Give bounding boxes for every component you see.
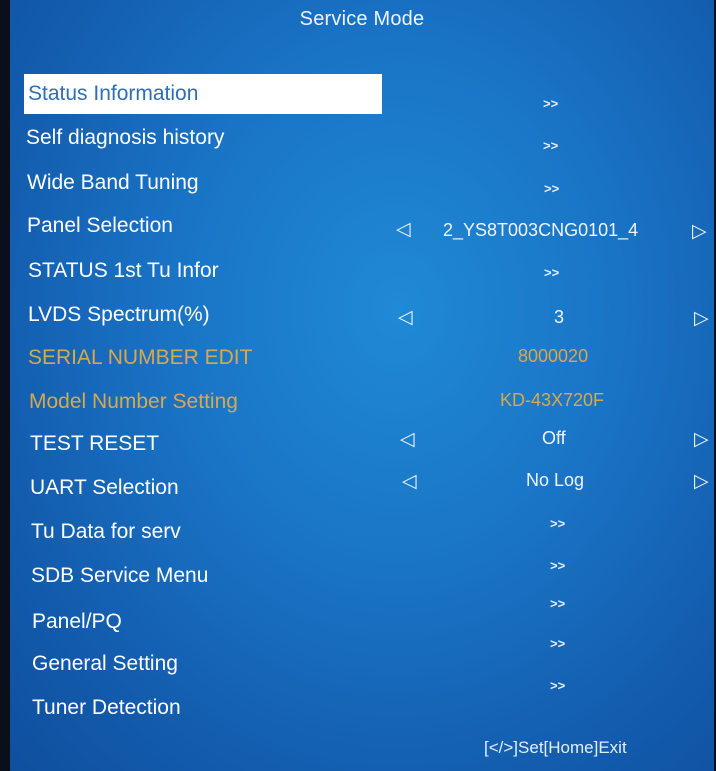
menu-item-value: 2_YS8T003CNG0101_4	[443, 220, 639, 240]
page-title: Service Mode	[299, 8, 425, 30]
menu-item-label: TEST RESET	[30, 432, 160, 455]
menu-item-label: Panel Selection	[27, 214, 173, 237]
menu-item-tu-data-for-serv[interactable]: Tu Data for serv >>	[10, 514, 714, 554]
right-arrow-icon[interactable]: ▷	[694, 307, 709, 330]
menu-item-label: STATUS 1st Tu Infor	[28, 259, 219, 282]
left-arrow-icon[interactable]: ◁	[400, 428, 415, 451]
menu-item-sdb-service-menu[interactable]: SDB Service Menu >>	[10, 558, 714, 598]
submenu-arrow-icon: >>	[544, 181, 560, 196]
right-arrow-icon[interactable]: ▷	[692, 220, 707, 243]
right-arrow-icon[interactable]: ▷	[694, 470, 709, 493]
menu-item-test-reset[interactable]: TEST RESET ◁ Off ▷	[10, 426, 714, 466]
menu-item-value: No Log	[526, 470, 585, 490]
right-arrow-icon[interactable]: ▷	[694, 428, 709, 451]
menu-item-lvds-spectrum[interactable]: LVDS Spectrum(%) ◁ 3 ▷	[10, 297, 714, 337]
menu-item-label: SERIAL NUMBER EDIT	[28, 346, 253, 369]
key-hint-footer: [</>]Set[Home]Exit	[484, 738, 627, 757]
menu-item-self-diagnosis-history[interactable]: Self diagnosis history >>	[10, 120, 714, 160]
menu-item-general-setting[interactable]: General Setting >>	[10, 636, 714, 686]
menu-item-value: 3	[554, 307, 565, 327]
menu-item-status-information[interactable]: Status Information >>	[10, 74, 714, 114]
menu-item-status-1st-tu-infor[interactable]: STATUS 1st Tu Infor >>	[10, 253, 714, 293]
menu-item-label: Self diagnosis history	[26, 126, 225, 149]
submenu-arrow-icon: >>	[550, 678, 566, 693]
submenu-arrow-icon: >>	[550, 558, 566, 573]
submenu-arrow-icon: >>	[550, 636, 566, 651]
menu-item-value: KD-43X720F	[500, 390, 605, 410]
menu-item-serial-number-edit[interactable]: SERIAL NUMBER EDIT 8000020	[10, 340, 714, 380]
menu-item-tuner-detection[interactable]: Tuner Detection >>	[10, 678, 714, 730]
menu-item-label: Tuner Detection	[32, 696, 181, 719]
menu-item-label: General Setting	[32, 652, 178, 675]
left-arrow-icon[interactable]: ◁	[402, 470, 417, 493]
menu-item-label: Tu Data for serv	[31, 520, 181, 543]
submenu-arrow-icon: >>	[543, 96, 559, 111]
menu-item-panel-selection[interactable]: Panel Selection ◁ 2_YS8T003CNG0101_4 ▷	[10, 208, 714, 248]
left-arrow-icon[interactable]: ◁	[398, 306, 413, 329]
menu-item-model-number-setting[interactable]: Model Number Setting KD-43X720F	[10, 384, 714, 424]
menu-item-uart-selection[interactable]: UART Selection ◁ No Log ▷	[10, 470, 714, 510]
menu-item-label: LVDS Spectrum(%)	[28, 303, 210, 326]
menu-item-value: 8000020	[518, 346, 589, 366]
menu-item-label: SDB Service Menu	[31, 564, 209, 587]
left-arrow-icon[interactable]: ◁	[396, 218, 411, 241]
menu-item-label: Model Number Setting	[29, 390, 238, 413]
submenu-arrow-icon: >>	[544, 265, 560, 280]
submenu-arrow-icon: >>	[550, 596, 566, 611]
menu-item-label: UART Selection	[30, 476, 179, 499]
service-mode-screen: Service Mode Status Information >> Self …	[10, 0, 714, 771]
menu-item-panel-pq[interactable]: Panel/PQ >>	[10, 596, 714, 644]
menu-item-label: Status Information	[24, 74, 382, 114]
menu-item-wide-band-tuning[interactable]: Wide Band Tuning >>	[10, 165, 714, 205]
menu-item-label: Panel/PQ	[32, 610, 122, 633]
submenu-arrow-icon: >>	[543, 138, 559, 153]
submenu-arrow-icon: >>	[550, 516, 566, 531]
menu-item-label: Wide Band Tuning	[27, 171, 199, 194]
menu-item-value: Off	[542, 428, 566, 448]
